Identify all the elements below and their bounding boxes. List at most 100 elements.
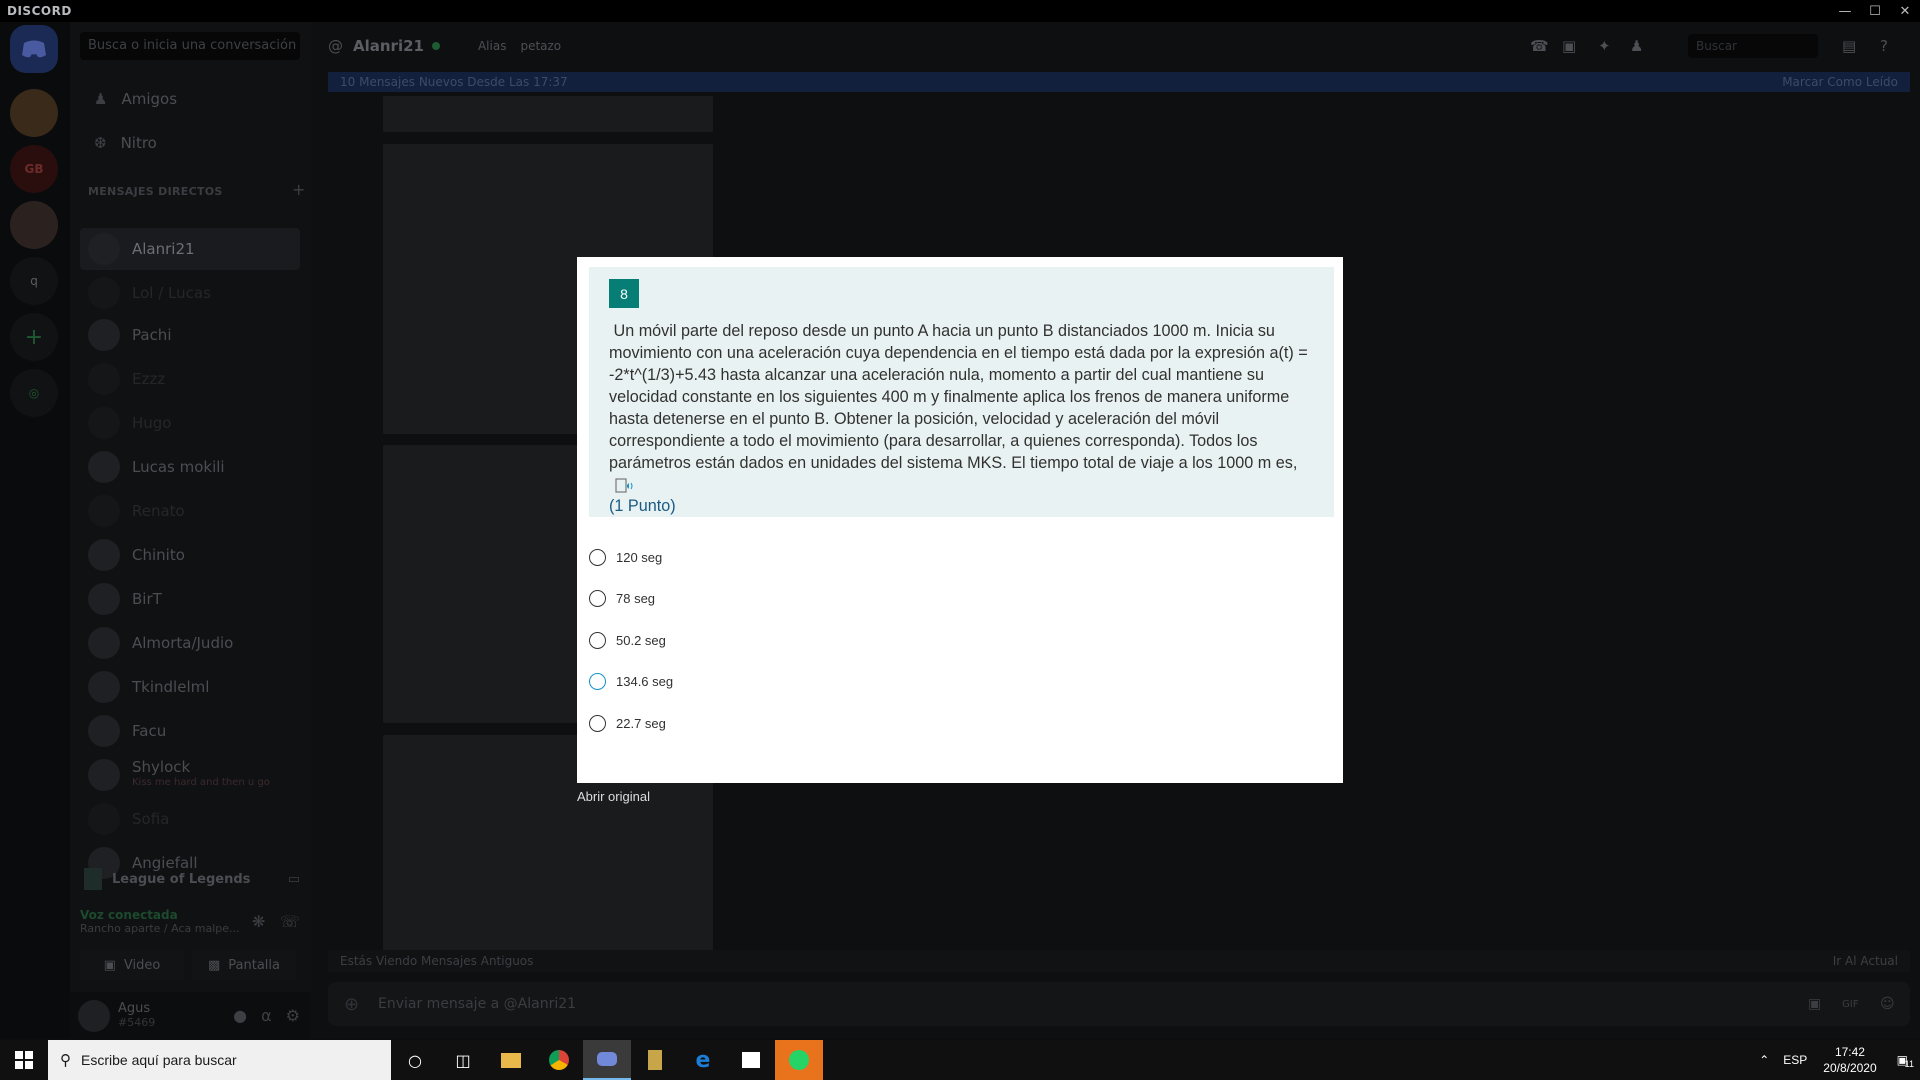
dm-search-input[interactable]: Busca o inicia una conversación [80,32,300,60]
explore-servers-icon[interactable]: ◎ [10,369,58,417]
answer-option[interactable]: 50.2 seg [589,628,666,652]
disconnect-icon[interactable]: ☏ [280,912,300,931]
avatar [88,363,120,395]
inbox-icon[interactable]: ▤ [1842,37,1856,55]
older-messages-bar: Estás Viendo Mensajes Antiguos Ir Al Act… [328,950,1910,972]
nitro-link[interactable]: ❆ Nitro [80,122,300,164]
image-viewer: 8 Un móvil parte del reposo desde un pun… [577,257,1343,783]
chrome-icon[interactable] [535,1040,583,1080]
answer-option[interactable]: 134.6 seg [589,669,673,693]
mark-read-button[interactable]: Marcar Como Leído [1782,75,1898,89]
discord-taskbar-icon[interactable] [583,1040,631,1080]
pin-icon[interactable]: ✦ [1598,37,1611,55]
store-icon[interactable] [727,1040,775,1080]
gift-icon[interactable]: ▣ [1808,996,1821,1012]
add-server-icon[interactable]: + [10,313,58,361]
call-icon[interactable]: ☎ [1530,37,1549,55]
voice-status: Voz conectada [80,908,178,922]
dm-name: Lucas mokili [132,458,225,476]
new-messages-bar[interactable]: 10 Mensajes Nuevos Desde Las 17:37 Marca… [328,72,1910,92]
server-icon-3[interactable] [10,201,58,249]
radio-button[interactable] [589,714,606,732]
dm-item-alanri21[interactable]: Alanri21 [80,228,300,270]
radio-button[interactable] [589,548,606,566]
notifications-icon[interactable]: ▣ 11 [1897,1053,1914,1069]
headphones-icon[interactable]: ⍺ [261,1006,272,1025]
settings-gear-icon[interactable]: ⚙ [286,1006,300,1025]
emoji-icon[interactable]: ☺ [1880,996,1895,1012]
chat-search-input[interactable]: Buscar [1688,34,1818,58]
noise-suppression-icon[interactable]: ❋ [252,912,265,931]
dm-item[interactable]: Lol / Lucas [80,272,300,314]
answer-option[interactable]: 78 seg [589,586,655,610]
avatar [88,277,120,309]
create-dm-icon[interactable]: + [292,180,305,199]
dm-item[interactable]: Sofia [80,798,300,840]
server-icon-gamebuck[interactable]: GB [10,145,58,193]
minimize-icon[interactable]: — [1830,0,1860,22]
dm-item[interactable]: Pachi [80,314,300,356]
dm-item[interactable]: Chinito [80,534,300,576]
user-avatar[interactable] [78,999,110,1032]
add-friend-icon[interactable]: ♟ [1630,37,1643,55]
whatsapp-icon[interactable] [775,1040,823,1080]
file-explorer-icon[interactable] [487,1040,535,1080]
jump-present-button[interactable]: Ir Al Actual [1833,954,1898,968]
dm-item[interactable]: Lucas mokili [80,446,300,488]
option-label: 120 seg [616,549,663,565]
friends-label: Amigos [121,90,178,108]
video-call-icon[interactable]: ▣ [1562,37,1576,55]
radio-button[interactable] [589,631,606,649]
dm-item[interactable]: Facu [80,710,300,752]
question-number: 8 [609,279,639,308]
answer-option[interactable]: 22.7 seg [589,711,666,735]
friends-link[interactable]: ♟ Amigos [80,78,300,120]
cortana-icon[interactable]: ○ [391,1040,439,1080]
language-indicator[interactable]: ESP [1783,1053,1807,1067]
dm-name: BirT [132,590,162,608]
user-tag: #5469 [118,1015,156,1029]
dm-item[interactable]: Tkindlelml [80,666,300,708]
windows-start-icon[interactable] [0,1040,48,1080]
message-input[interactable]: ⊕ Enviar mensaje a @Alanri21 ▣ GIF ☺ [328,982,1910,1026]
mic-icon[interactable]: ● [233,1006,247,1025]
upload-plus-icon[interactable]: ⊕ [344,994,359,1015]
dm-item[interactable]: Ezzz [80,358,300,400]
avatar [88,233,120,265]
video-button[interactable]: ▣ Video [80,950,184,980]
server-icon-q[interactable]: q [10,257,58,305]
question-panel: 8 Un móvil parte del reposo desde un pun… [589,267,1334,517]
avatar [88,803,120,835]
close-icon[interactable]: ✕ [1890,0,1920,22]
taskbar-search-input[interactable]: ⚲ Escribe aquí para buscar [48,1040,391,1080]
task-view-icon[interactable]: ◫ [439,1040,487,1080]
video-label: Video [123,957,161,973]
radio-button[interactable] [589,589,606,607]
immersive-reader-icon[interactable] [615,478,635,493]
league-taskbar-icon[interactable] [631,1040,679,1080]
edge-icon[interactable]: e [679,1040,727,1080]
dm-item[interactable]: BirT [80,578,300,620]
chevron-up-icon[interactable]: ⌃ [1759,1053,1769,1067]
radio-button[interactable] [589,672,606,690]
user-info: Agus #5469 [118,1001,156,1030]
dm-item[interactable]: Renato [80,490,300,532]
open-original-link[interactable]: Abrir original [577,789,650,804]
home-discord-icon[interactable] [10,25,58,73]
alias-label: Alias [477,39,507,53]
dm-name-block: Shylock Kiss me hard and then u go [132,760,270,790]
screen-share-button[interactable]: ▩ Pantalla [192,950,296,980]
dm-item[interactable]: Hugo [80,402,300,444]
attachment-image[interactable] [383,96,713,132]
voice-channel[interactable]: Rancho aparte / Aca malpe... [80,922,310,935]
clock[interactable]: 17:42 20/8/2020 [1823,1044,1876,1076]
server-icon-1[interactable] [10,89,58,137]
answer-option[interactable]: 120 seg [589,545,662,569]
gif-icon[interactable]: GIF [1842,999,1858,1010]
dm-item[interactable]: Almorta/Judio [80,622,300,664]
maximize-icon[interactable]: ☐ [1860,0,1890,22]
monitor-icon[interactable]: ▭ [288,872,300,887]
dm-name: Pachi [132,326,172,344]
help-icon[interactable]: ? [1880,37,1888,55]
dm-item[interactable]: Shylock Kiss me hard and then u go [80,754,300,796]
